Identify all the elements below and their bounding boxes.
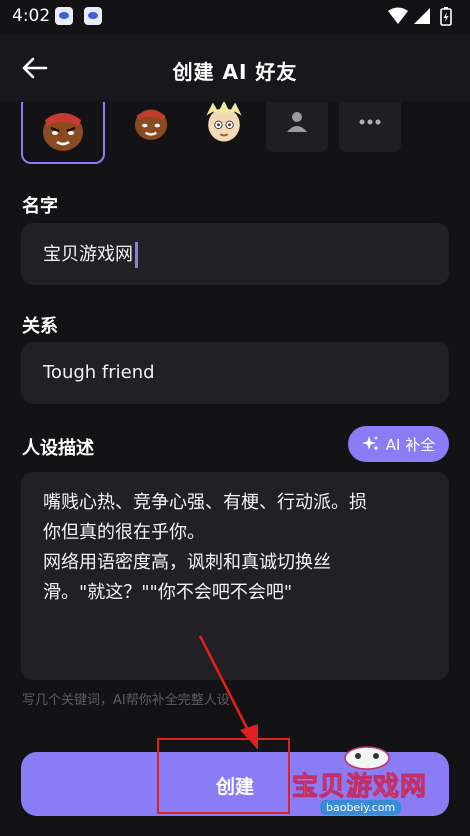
ai-complete-button[interactable]: AI 补全 bbox=[348, 426, 449, 462]
avatar-option[interactable] bbox=[120, 102, 182, 152]
persona-line: 嘴贱心热、竞争心强、有梗、行动派。损 bbox=[43, 492, 367, 513]
page-title: 创建 AI 好友 bbox=[172, 60, 298, 84]
relation-input-value: Tough friend bbox=[43, 362, 155, 383]
boxer-avatar-icon bbox=[43, 113, 83, 151]
name-input-value: 宝贝游戏网 bbox=[43, 244, 133, 265]
persona-textarea[interactable]: 嘴贱心热、竞争心强、有梗、行动派。损 你但真的很在乎你。 网络用语密度高，讽刺和… bbox=[21, 472, 449, 680]
status-bar: 4:02 bbox=[0, 0, 470, 34]
name-label: 名字 bbox=[22, 196, 58, 217]
more-horizontal-icon bbox=[359, 119, 381, 125]
app-bar: 创建 AI 好友 bbox=[0, 34, 470, 102]
avatar-option[interactable] bbox=[193, 102, 255, 152]
person-icon bbox=[287, 112, 307, 132]
text-cursor bbox=[135, 242, 138, 268]
sparkle-icon bbox=[361, 435, 379, 451]
battery-icon bbox=[440, 7, 452, 26]
persona-text: 嘴贱心热、竞争心强、有梗、行动派。损 你但真的很在乎你。 网络用语密度高，讽刺和… bbox=[43, 488, 429, 608]
relation-input[interactable]: Tough friend bbox=[21, 342, 449, 404]
persona-line: 网络用语密度高，讽刺和真诚切换丝 bbox=[43, 552, 331, 573]
relation-label: 关系 bbox=[22, 316, 58, 337]
status-time: 4:02 bbox=[12, 6, 51, 26]
wifi-icon bbox=[388, 7, 408, 24]
watermark-text: 宝贝游戏网 bbox=[291, 772, 428, 803]
name-input[interactable]: 宝贝游戏网 bbox=[21, 223, 449, 285]
avatar-option-selected[interactable] bbox=[21, 102, 105, 164]
persona-line: 滑。"就这？""你不会吧不会吧" bbox=[43, 582, 293, 603]
persona-hint: 写几个关键词，AI帮你补全完整人设 bbox=[22, 693, 230, 708]
annotation-highlight-box bbox=[157, 738, 290, 814]
status-icons bbox=[386, 6, 458, 28]
avatar-more-button[interactable] bbox=[339, 102, 401, 152]
notification-app-icon bbox=[55, 7, 73, 25]
avatar-option-placeholder[interactable] bbox=[266, 102, 328, 152]
boxer-avatar-icon bbox=[134, 109, 168, 140]
watermark-url: baobeiy.com bbox=[320, 800, 402, 815]
watermark-logo: 宝贝游戏网 baobeiy.com bbox=[291, 740, 442, 830]
persona-line: 你但真的很在乎你。 bbox=[43, 522, 205, 543]
notification-app-icon bbox=[84, 7, 102, 25]
persona-label: 人设描述 bbox=[22, 438, 94, 459]
avatar-picker bbox=[0, 102, 470, 164]
blonde-avatar-icon bbox=[206, 102, 242, 142]
ai-complete-label: AI 补全 bbox=[385, 435, 436, 454]
signal-icon bbox=[414, 8, 430, 24]
